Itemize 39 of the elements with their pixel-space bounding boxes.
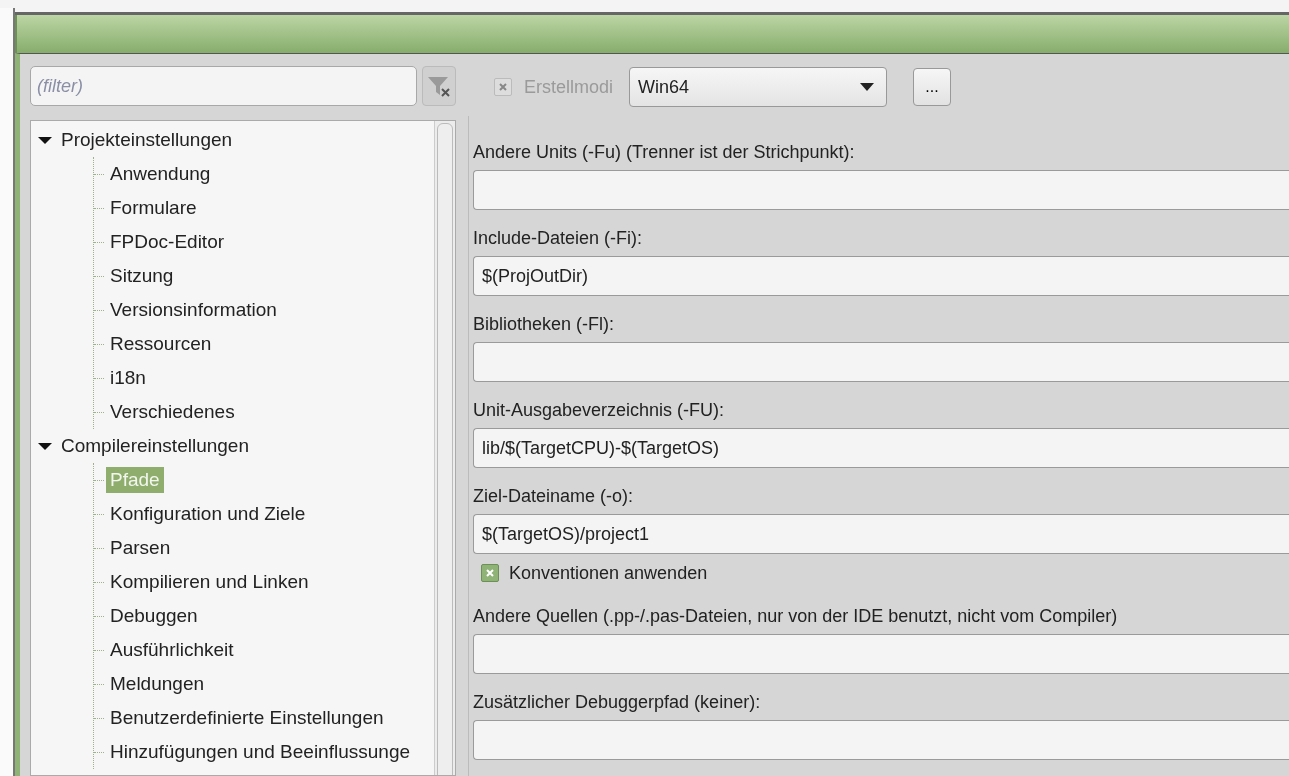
tree-item[interactable]: i18n xyxy=(106,365,150,391)
field-label: Include-Dateien (-Fi): xyxy=(473,227,644,250)
checkbox[interactable] xyxy=(481,564,499,582)
tree-item[interactable]: Hinzufügungen und Beeinflussunge xyxy=(106,739,414,765)
field-label: Unit-Ausgabeverzeichnis (-FU): xyxy=(473,399,726,422)
tree-item[interactable]: Anwendung xyxy=(106,161,215,187)
filter-field[interactable]: (filter) xyxy=(30,66,417,106)
tree-item[interactable]: FPDoc-Editor xyxy=(106,229,229,255)
tree-item[interactable]: Ressourcen xyxy=(106,331,216,357)
field-label: Andere Units (-Fu) (Trenner ist der Strichpunkt): xyxy=(473,141,856,164)
path-field[interactable]: lib/$(TargetCPU)-$(TargetOS) xyxy=(473,428,1289,468)
tree-item[interactable]: Meldungen xyxy=(106,671,209,697)
dropdown-caret-icon xyxy=(860,83,875,91)
path-field[interactable]: $(ProjOutDir) xyxy=(473,256,1289,296)
path-field[interactable] xyxy=(473,342,1289,382)
tree-item[interactable]: Sitzung xyxy=(106,263,178,289)
tree-item[interactable]: Debuggen xyxy=(106,603,202,629)
path-field[interactable]: $(TargetOS)/project1 xyxy=(473,514,1289,554)
tree-item[interactable]: Verschiedenes xyxy=(106,399,239,425)
tree-item[interactable]: Ausführlichkeit xyxy=(106,637,238,663)
tree-item[interactable]: Compilereinstellungen xyxy=(57,433,253,459)
tree-item[interactable]: Parsen xyxy=(106,535,175,561)
field-label: Zusätzlicher Debuggerpfad (keiner): xyxy=(473,691,762,714)
field-label: Bibliotheken (-Fl): xyxy=(473,313,616,336)
tree-item[interactable]: Formulare xyxy=(106,195,201,221)
tree-item[interactable]: Benutzerdefinierte Einstellungen xyxy=(106,705,388,731)
tree-item[interactable]: Kompilieren und Linken xyxy=(106,569,313,595)
scrollbar[interactable] xyxy=(434,121,455,775)
field-label: Ziel-Dateiname (-o): xyxy=(473,485,635,508)
build-modes-label: Erstellmodi xyxy=(524,76,614,98)
tree-item[interactable]: Projekteinstellungen xyxy=(57,127,237,153)
tree-item[interactable]: Konfiguration und Ziele xyxy=(106,501,310,527)
path-field[interactable] xyxy=(473,170,1289,210)
path-field[interactable] xyxy=(473,720,1289,760)
field-label: Andere Quellen (.pp-/.pas-Dateien, nur von der IDE benutzt, nicht vom Compiler) xyxy=(473,605,1119,628)
checkbox-label: Konventionen anwenden xyxy=(509,562,708,584)
tree-item[interactable]: Versionsinformation xyxy=(106,297,281,323)
path-field[interactable] xyxy=(473,634,1289,674)
clear-filter-button[interactable] xyxy=(422,66,456,106)
